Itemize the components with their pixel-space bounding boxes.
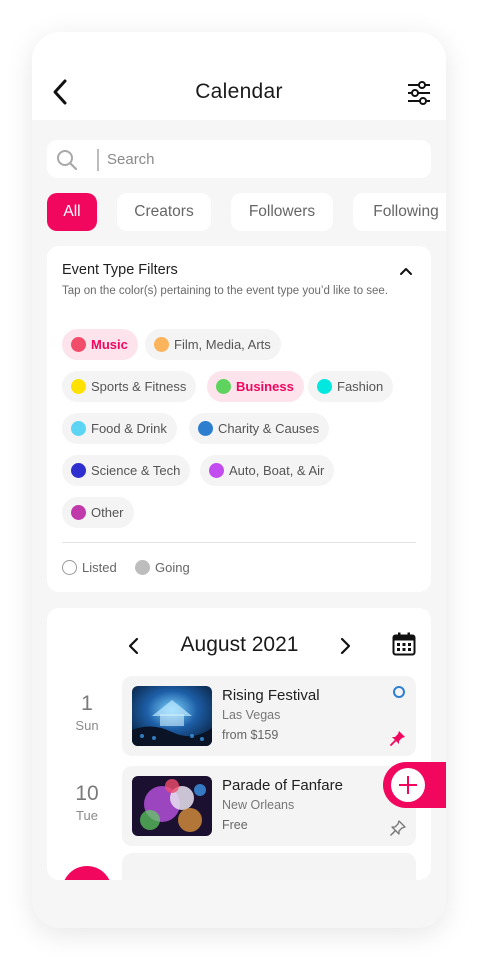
tab-all[interactable]: All	[47, 193, 97, 231]
day-label: 10 Tue	[62, 782, 112, 823]
event-title: Parade of Fanfare	[222, 777, 343, 794]
event-price: Free	[222, 818, 248, 832]
listed-status-icon	[393, 686, 405, 698]
legend-label: Going	[155, 560, 190, 575]
tag-label: Sports & Fitness	[91, 379, 187, 394]
search-bar	[47, 140, 431, 178]
chevron-left-icon[interactable]	[127, 637, 141, 655]
filter-tag-film[interactable]: Film, Media, Arts	[145, 329, 281, 360]
tag-label: Food & Drink	[91, 421, 167, 436]
day-weekday: Tue	[76, 808, 98, 823]
event-location: New Orleans	[222, 798, 295, 812]
tag-label: Auto, Boat, & Air	[229, 463, 325, 478]
event-location: Las Vegas	[222, 708, 281, 722]
filter-tag-business[interactable]: Business	[207, 371, 304, 402]
event-card-parade-of-fanfare[interactable]: Parade of Fanfare New Orleans Free	[122, 766, 416, 846]
day-badge	[62, 866, 112, 880]
filter-tag-science[interactable]: Science & Tech	[62, 455, 191, 486]
legend-going: Going	[135, 560, 190, 576]
filter-tag-sports[interactable]: Sports & Fitness	[62, 371, 197, 402]
tag-label: Business	[236, 379, 294, 394]
pin-outline-icon[interactable]	[390, 820, 406, 836]
search-input[interactable]	[107, 146, 407, 172]
month-label: August 2021	[180, 633, 299, 656]
event-card[interactable]	[122, 853, 416, 880]
color-dot	[317, 379, 332, 394]
color-dot	[71, 337, 86, 352]
color-dot	[216, 379, 231, 394]
app-header: Calendar	[32, 32, 446, 120]
filter-tag-food[interactable]: Food & Drink	[62, 413, 177, 444]
legend-listed: Listed	[62, 560, 117, 576]
filter-tag-other[interactable]: Other	[62, 497, 134, 528]
tag-label: Fashion	[337, 379, 384, 394]
phone-screen: Calendar All Creators Followers Followin…	[32, 32, 446, 928]
event-image	[132, 776, 212, 836]
tab-followers[interactable]: Followers	[231, 193, 333, 231]
filter-tag-charity[interactable]: Charity & Causes	[189, 413, 330, 444]
day-weekday: Sun	[75, 718, 99, 733]
sliders-icon[interactable]	[406, 80, 432, 106]
tag-label: Other	[91, 505, 124, 520]
page-title: Calendar	[195, 80, 283, 103]
color-dot	[209, 463, 224, 478]
color-dot	[71, 505, 86, 520]
chevron-up-icon[interactable]	[399, 265, 413, 277]
tag-label: Science & Tech	[91, 463, 181, 478]
calendar-panel: August 2021 1 Sun Rising Festival Las Ve…	[47, 608, 431, 880]
event-price: from $159	[222, 728, 279, 742]
pin-icon[interactable]	[390, 730, 406, 746]
color-dot	[154, 337, 169, 352]
tag-label: Music	[91, 337, 128, 352]
tab-creators[interactable]: Creators	[117, 193, 211, 231]
ring-icon	[62, 560, 77, 575]
event-title: Rising Festival	[222, 687, 320, 704]
filters-description: Tap on the color(s) pertaining to the ev…	[62, 285, 389, 297]
day-label: 1 Sun	[62, 692, 112, 733]
tag-label: Film, Media, Arts	[174, 337, 271, 352]
event-image	[132, 686, 212, 746]
day-number: 1	[81, 692, 93, 715]
filters-title: Event Type Filters	[62, 262, 178, 278]
plus-icon	[391, 768, 425, 802]
color-dot	[198, 421, 213, 436]
filter-tag-music[interactable]: Music	[62, 329, 138, 360]
audience-tabs: All Creators Followers Following	[47, 193, 446, 231]
event-type-filters: Event Type Filters Tap on the color(s) p…	[47, 246, 431, 592]
add-event-button[interactable]	[383, 762, 446, 808]
color-dot	[71, 421, 86, 436]
filter-tag-fashion[interactable]: Fashion	[308, 371, 394, 402]
day-number: 10	[75, 782, 99, 805]
tab-following[interactable]: Following	[353, 193, 446, 231]
calendar-icon[interactable]	[392, 632, 416, 656]
search-divider	[97, 149, 99, 171]
chevron-right-icon[interactable]	[338, 637, 352, 655]
event-card-rising-festival[interactable]: Rising Festival Las Vegas from $159	[122, 676, 416, 756]
color-dot	[71, 463, 86, 478]
filters-divider	[62, 542, 416, 543]
legend-label: Listed	[82, 560, 117, 575]
filter-tag-auto[interactable]: Auto, Boat, & Air	[200, 455, 335, 486]
filled-dot-icon	[135, 560, 150, 575]
tag-label: Charity & Causes	[218, 421, 320, 436]
color-dot	[71, 379, 86, 394]
search-icon	[57, 150, 78, 171]
